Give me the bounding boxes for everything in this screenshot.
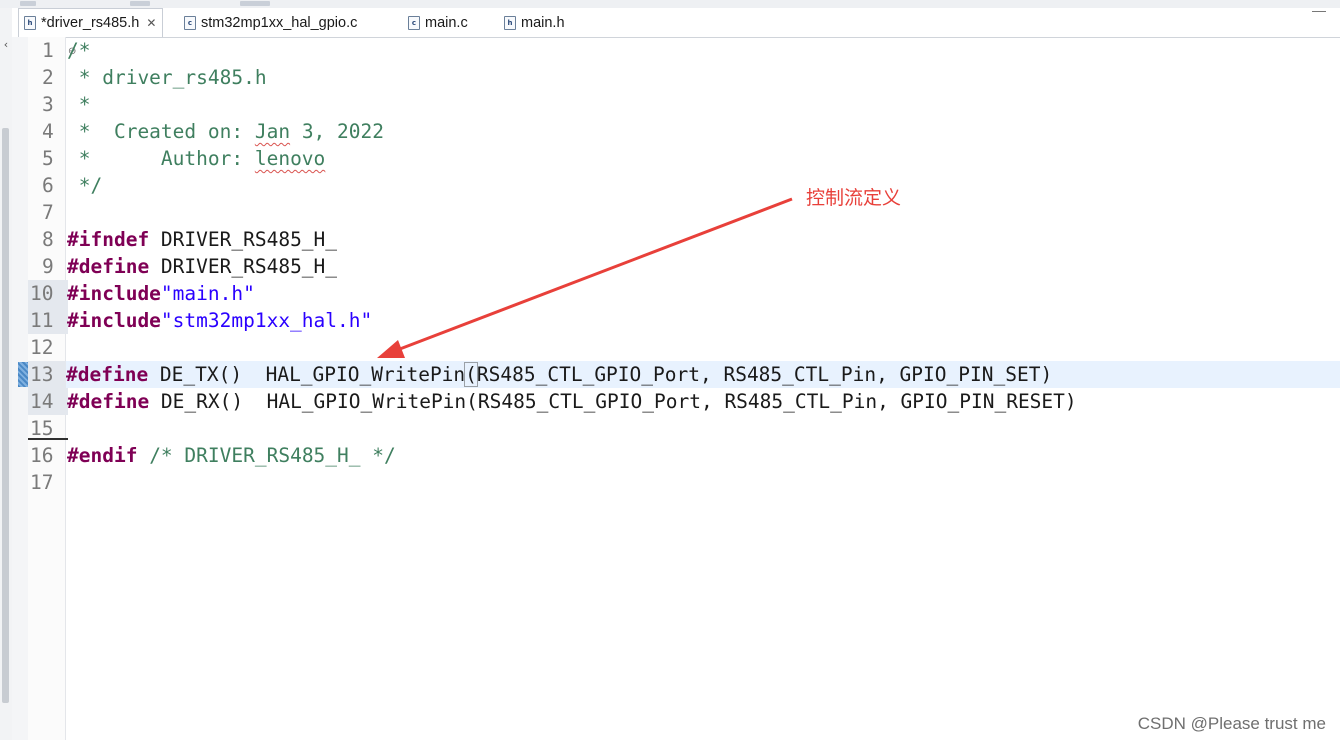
identifier-token: DRIVER_RS485_H_ — [149, 255, 338, 278]
comment-token: 3, 2022 — [290, 120, 384, 143]
tab-label: *driver_rs485.h — [41, 15, 140, 31]
comment-token: * — [67, 93, 91, 116]
change-marker — [18, 362, 28, 387]
keyword-token: #define — [67, 390, 150, 413]
c-file-icon: c — [184, 15, 196, 30]
line-number: 6 — [42, 174, 54, 197]
tab-label: main.c — [425, 14, 468, 31]
identifier-token: DE_RX() HAL_GPIO_WritePin(RS485_CTL_GPIO… — [149, 390, 1077, 413]
line-number: 15 — [28, 415, 68, 440]
toolbar-fragment — [20, 1, 36, 6]
comment-token: * Created on: — [67, 120, 255, 143]
code-line[interactable]: #include"stm32mp1xx_hal.h" — [67, 307, 1340, 334]
comment-token: /* — [67, 39, 91, 62]
keyword-token: #ifndef — [67, 228, 150, 251]
tab-stm32mp1xx-hal-gpio-c[interactable]: c stm32mp1xx_hal_gpio.c — [184, 8, 357, 37]
comment-token: */ — [67, 174, 103, 197]
editor-tab-bar: h *driver_rs485.h ✕ c stm32mp1xx_hal_gpi… — [12, 8, 1340, 38]
code-line[interactable]: #include"main.h" — [67, 280, 1340, 307]
chevron-left-icon[interactable]: ‹ — [0, 38, 12, 52]
watermark: CSDN @Please trust me — [1137, 714, 1326, 733]
code-line[interactable]: * Author: lenovo — [67, 145, 1340, 172]
h-file-icon: h — [24, 16, 36, 30]
code-line[interactable]: #ifndef DRIVER_RS485_H_ — [67, 226, 1340, 253]
line-number: 1 — [42, 39, 54, 62]
spelling-flagged-word: Jan — [254, 120, 291, 143]
line-number: 16 — [30, 444, 54, 467]
code-line[interactable] — [67, 469, 1340, 496]
comment-token: /* DRIVER_RS485_H_ */ — [137, 444, 396, 467]
line-number: 11 — [28, 307, 68, 334]
toolbar-fragment — [240, 1, 270, 6]
code-line[interactable] — [67, 199, 1340, 226]
code-line[interactable]: * driver_rs485.h — [67, 64, 1340, 91]
line-number: 12 — [30, 336, 54, 359]
close-icon[interactable]: ✕ — [146, 16, 156, 30]
line-number: 14 — [28, 388, 68, 415]
code-line[interactable]: #define DRIVER_RS485_H_ — [67, 253, 1340, 280]
code-line[interactable] — [67, 334, 1340, 361]
code-line-current[interactable]: #define DE_TX() HAL_GPIO_WritePin(RS485_… — [66, 361, 1340, 388]
line-number: 9 — [42, 255, 54, 278]
code-editor[interactable]: 1 2 3 4 5 6 7 8 9 10 11 12 13 14 15 16 1… — [12, 37, 1340, 740]
code-line[interactable]: #endif /* DRIVER_RS485_H_ */ — [67, 442, 1340, 469]
tab-main-c[interactable]: c main.c — [408, 8, 468, 37]
vertical-scrollbar[interactable] — [2, 128, 9, 703]
spelling-flagged-word: lenovo — [254, 147, 326, 170]
comment-token: * driver_rs485.h — [67, 66, 267, 89]
keyword-token: #include — [67, 309, 161, 332]
toolbar-fragment — [130, 1, 150, 6]
code-line[interactable]: * Created on: Jan 3, 2022 — [67, 118, 1340, 145]
line-number: 5 — [42, 147, 54, 170]
annotation-label: 控制流定义 — [806, 187, 902, 209]
keyword-token: #define — [66, 363, 149, 386]
identifier-token: DE_TX() HAL_GPIO_WritePin — [148, 363, 466, 386]
code-line[interactable]: * — [67, 91, 1340, 118]
line-number: 7 — [42, 201, 54, 224]
code-line[interactable]: */ — [67, 172, 1340, 199]
line-number: 4 — [42, 120, 54, 143]
marker-gutter — [12, 37, 28, 740]
line-number: 8 — [42, 228, 54, 251]
comment-token: * Author: — [67, 147, 255, 170]
string-token: "main.h" — [160, 282, 255, 305]
code-line[interactable]: #define DE_RX() HAL_GPIO_WritePin(RS485_… — [67, 388, 1340, 415]
string-token: "stm32mp1xx_hal.h" — [160, 309, 373, 332]
tab-driver-rs485-h[interactable]: h *driver_rs485.h ✕ — [18, 8, 164, 37]
identifier-token: DRIVER_RS485_H_ — [149, 228, 338, 251]
keyword-token: #include — [67, 282, 161, 305]
line-number: 3 — [42, 93, 54, 116]
h-file-icon: h — [504, 15, 516, 30]
keyword-token: #endif — [67, 444, 138, 467]
minimize-icon[interactable] — [1312, 11, 1326, 15]
tab-label: stm32mp1xx_hal_gpio.c — [201, 14, 358, 31]
identifier-token: RS485_CTL_GPIO_Port, RS485_CTL_Pin, GPIO… — [476, 363, 1053, 386]
line-number: 2 — [42, 66, 54, 89]
line-number: 10 — [28, 280, 68, 307]
matching-bracket: ( — [464, 362, 478, 387]
c-file-icon: c — [408, 15, 420, 30]
line-number: 13 — [28, 361, 68, 388]
tab-main-h[interactable]: h main.h — [504, 8, 565, 37]
tab-label: main.h — [521, 14, 565, 31]
code-line[interactable] — [67, 415, 1340, 442]
code-line[interactable]: /* — [67, 37, 1340, 64]
line-number: 17 — [30, 471, 54, 494]
keyword-token: #define — [67, 255, 150, 278]
